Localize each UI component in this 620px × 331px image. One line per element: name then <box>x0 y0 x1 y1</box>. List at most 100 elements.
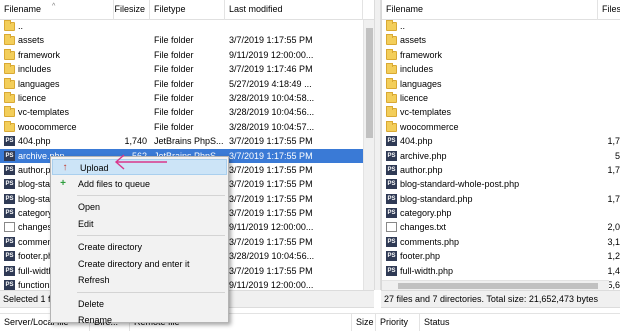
remote-file-row[interactable]: languages <box>382 77 620 91</box>
upload-arrow-icon: ↑ <box>62 162 68 173</box>
folder-icon <box>4 120 15 132</box>
col-header-filesize[interactable]: Filesize <box>114 0 150 20</box>
menu-item-label: Open <box>78 202 101 212</box>
remote-file-row[interactable]: PS author.php 1,7 <box>382 163 620 177</box>
menu-item-label: Refresh <box>78 275 110 285</box>
local-file-row[interactable]: PS 404.php 1,740 JetBrains PhpS... 3/7/2019 … <box>0 134 374 148</box>
php-file-icon: PS <box>386 150 397 161</box>
local-file-row[interactable]: languages File folder 5/27/2019 4:18:49 ..… <box>0 77 374 91</box>
col-header-filetype[interactable]: Filetype <box>150 0 225 20</box>
queue-col-status[interactable]: Status <box>420 314 620 331</box>
folder-icon <box>386 106 397 118</box>
file-type: JetBrains PhpS... <box>154 136 224 147</box>
context-menu: ↑ Upload + Add files to queue Open Edit Create… <box>50 156 229 325</box>
file-name: woocommerce <box>18 121 77 132</box>
file-name: 404.php <box>18 136 51 147</box>
local-file-row[interactable]: framework File folder 9/11/2019 12:00:00..… <box>0 48 374 62</box>
file-size <box>114 77 147 91</box>
remote-col-header-filesize[interactable]: Files <box>598 0 620 20</box>
remote-file-row[interactable]: PS blog-standard-whole-post.php <box>382 177 620 191</box>
folder-icon <box>4 106 15 118</box>
remote-file-row[interactable]: includes <box>382 62 620 76</box>
remote-file-row[interactable]: vc-templates <box>382 105 620 119</box>
remote-file-row[interactable]: changes.txt 2,0 <box>382 220 620 234</box>
php-file-icon: PS <box>4 236 15 247</box>
remote-status-text: 27 files and 7 directories. Total size: … <box>384 294 598 304</box>
remote-file-row[interactable]: licence <box>382 91 620 105</box>
menu-item-rename[interactable]: Rename <box>51 312 228 328</box>
php-file-icon: PS <box>4 179 15 190</box>
local-file-row[interactable]: woocommerce File folder 3/28/2019 10:04:57… <box>0 120 374 134</box>
col-header-modified[interactable]: Last modified <box>225 0 363 20</box>
folder-icon <box>386 77 397 89</box>
folder-up-icon <box>4 20 15 31</box>
remote-file-row[interactable]: PS archive.php 5 <box>382 149 620 163</box>
php-file-icon: PS <box>4 265 15 276</box>
file-name: framework <box>400 49 443 60</box>
local-file-row[interactable]: licence File folder 3/28/2019 10:04:58... <box>0 91 374 105</box>
add-to-queue-icon: + <box>60 177 66 189</box>
remote-file-row[interactable]: PS 404.php 1,7 <box>382 134 620 148</box>
file-name: comments.php <box>400 236 460 247</box>
menu-item-label: Create directory <box>78 242 143 252</box>
file-modified: 3/7/2019 1:17:55 PM <box>229 164 313 175</box>
remote-file-row[interactable]: PS blog-standard.php 1,7 <box>382 192 620 206</box>
remote-file-row[interactable]: PS comments.php 3,1 <box>382 235 620 249</box>
queue-col-size-label: Size <box>356 317 374 327</box>
queue-col-priority-label: Priority <box>380 317 409 327</box>
queue-col-priority[interactable]: Priority <box>376 314 420 331</box>
menu-item-edit[interactable]: Edit <box>51 216 228 232</box>
file-size: 1,7 <box>607 164 620 175</box>
remote-horizontal-scrollbar[interactable] <box>382 280 609 290</box>
folder-icon <box>386 63 397 75</box>
remote-file-row[interactable]: framework <box>382 48 620 62</box>
remote-file-row[interactable]: PS category.php <box>382 206 620 220</box>
queue-col-size[interactable]: Size <box>352 314 376 331</box>
remote-file-row[interactable]: .. <box>382 19 620 33</box>
file-name: licence <box>18 92 47 103</box>
file-size <box>590 105 620 119</box>
remote-status-bar: 27 files and 7 directories. Total size: … <box>381 290 620 308</box>
file-size: 1,7 <box>607 136 620 147</box>
menu-item-label: Create directory and enter it <box>78 258 190 269</box>
file-name: vc-templates <box>400 107 452 118</box>
menu-item-create-directory[interactable]: Create directory <box>51 239 228 255</box>
remote-file-row[interactable]: PS full-width.php 1,4 <box>382 264 620 278</box>
local-file-row[interactable]: .. <box>0 19 374 33</box>
folder-icon <box>386 34 397 46</box>
php-file-icon: PS <box>4 251 15 262</box>
file-name: assets <box>18 35 45 46</box>
file-name: archive.php <box>400 150 447 161</box>
file-name: woocommerce <box>400 121 459 132</box>
file-size <box>114 105 147 119</box>
local-file-row[interactable]: assets File folder 3/7/2019 1:17:55 PM <box>0 33 374 47</box>
remote-file-row[interactable]: woocommerce <box>382 120 620 134</box>
file-size <box>590 19 620 33</box>
folder-icon <box>4 63 15 75</box>
menu-item-label: Edit <box>78 218 94 229</box>
file-modified: 3/7/2019 1:17:55 PM <box>229 150 313 161</box>
menu-item-refresh[interactable]: Refresh <box>51 272 228 288</box>
menu-item-label: Add files to queue <box>78 178 151 189</box>
file-name: languages <box>18 78 60 89</box>
remote-hscroll-thumb[interactable] <box>398 283 598 289</box>
sort-ascending-icon: ^ <box>52 3 56 10</box>
local-file-row[interactable]: includes File folder 3/7/2019 1:17:46 PM <box>0 62 374 76</box>
remote-file-row[interactable]: assets <box>382 33 620 47</box>
col-header-filename[interactable]: Filename ^ <box>0 0 114 20</box>
menu-item-delete[interactable]: Delete <box>51 296 228 312</box>
remote-file-list[interactable]: Filename Files .. assets framework includes… <box>381 0 620 290</box>
file-modified: 3/28/2019 10:04:56... <box>229 251 315 262</box>
remote-col-header-filename[interactable]: Filename <box>382 0 598 20</box>
menu-item-add-files-to-queue[interactable]: + Add files to queue <box>51 176 228 192</box>
menu-item-create-directory-and-enter-it[interactable]: Create directory and enter it <box>51 256 228 272</box>
remote-file-row[interactable]: PS footer.php 1,2 <box>382 249 620 263</box>
local-scroll-thumb[interactable] <box>366 28 373 138</box>
file-name: changes.txt <box>400 222 447 233</box>
local-file-row[interactable]: vc-templates File folder 3/28/2019 10:04:5… <box>0 105 374 119</box>
file-modified <box>229 19 363 33</box>
local-vertical-scrollbar[interactable] <box>363 20 374 290</box>
menu-item-open[interactable]: Open <box>51 199 228 215</box>
pane-splitter[interactable] <box>374 0 381 290</box>
file-name: category.php <box>400 208 452 219</box>
